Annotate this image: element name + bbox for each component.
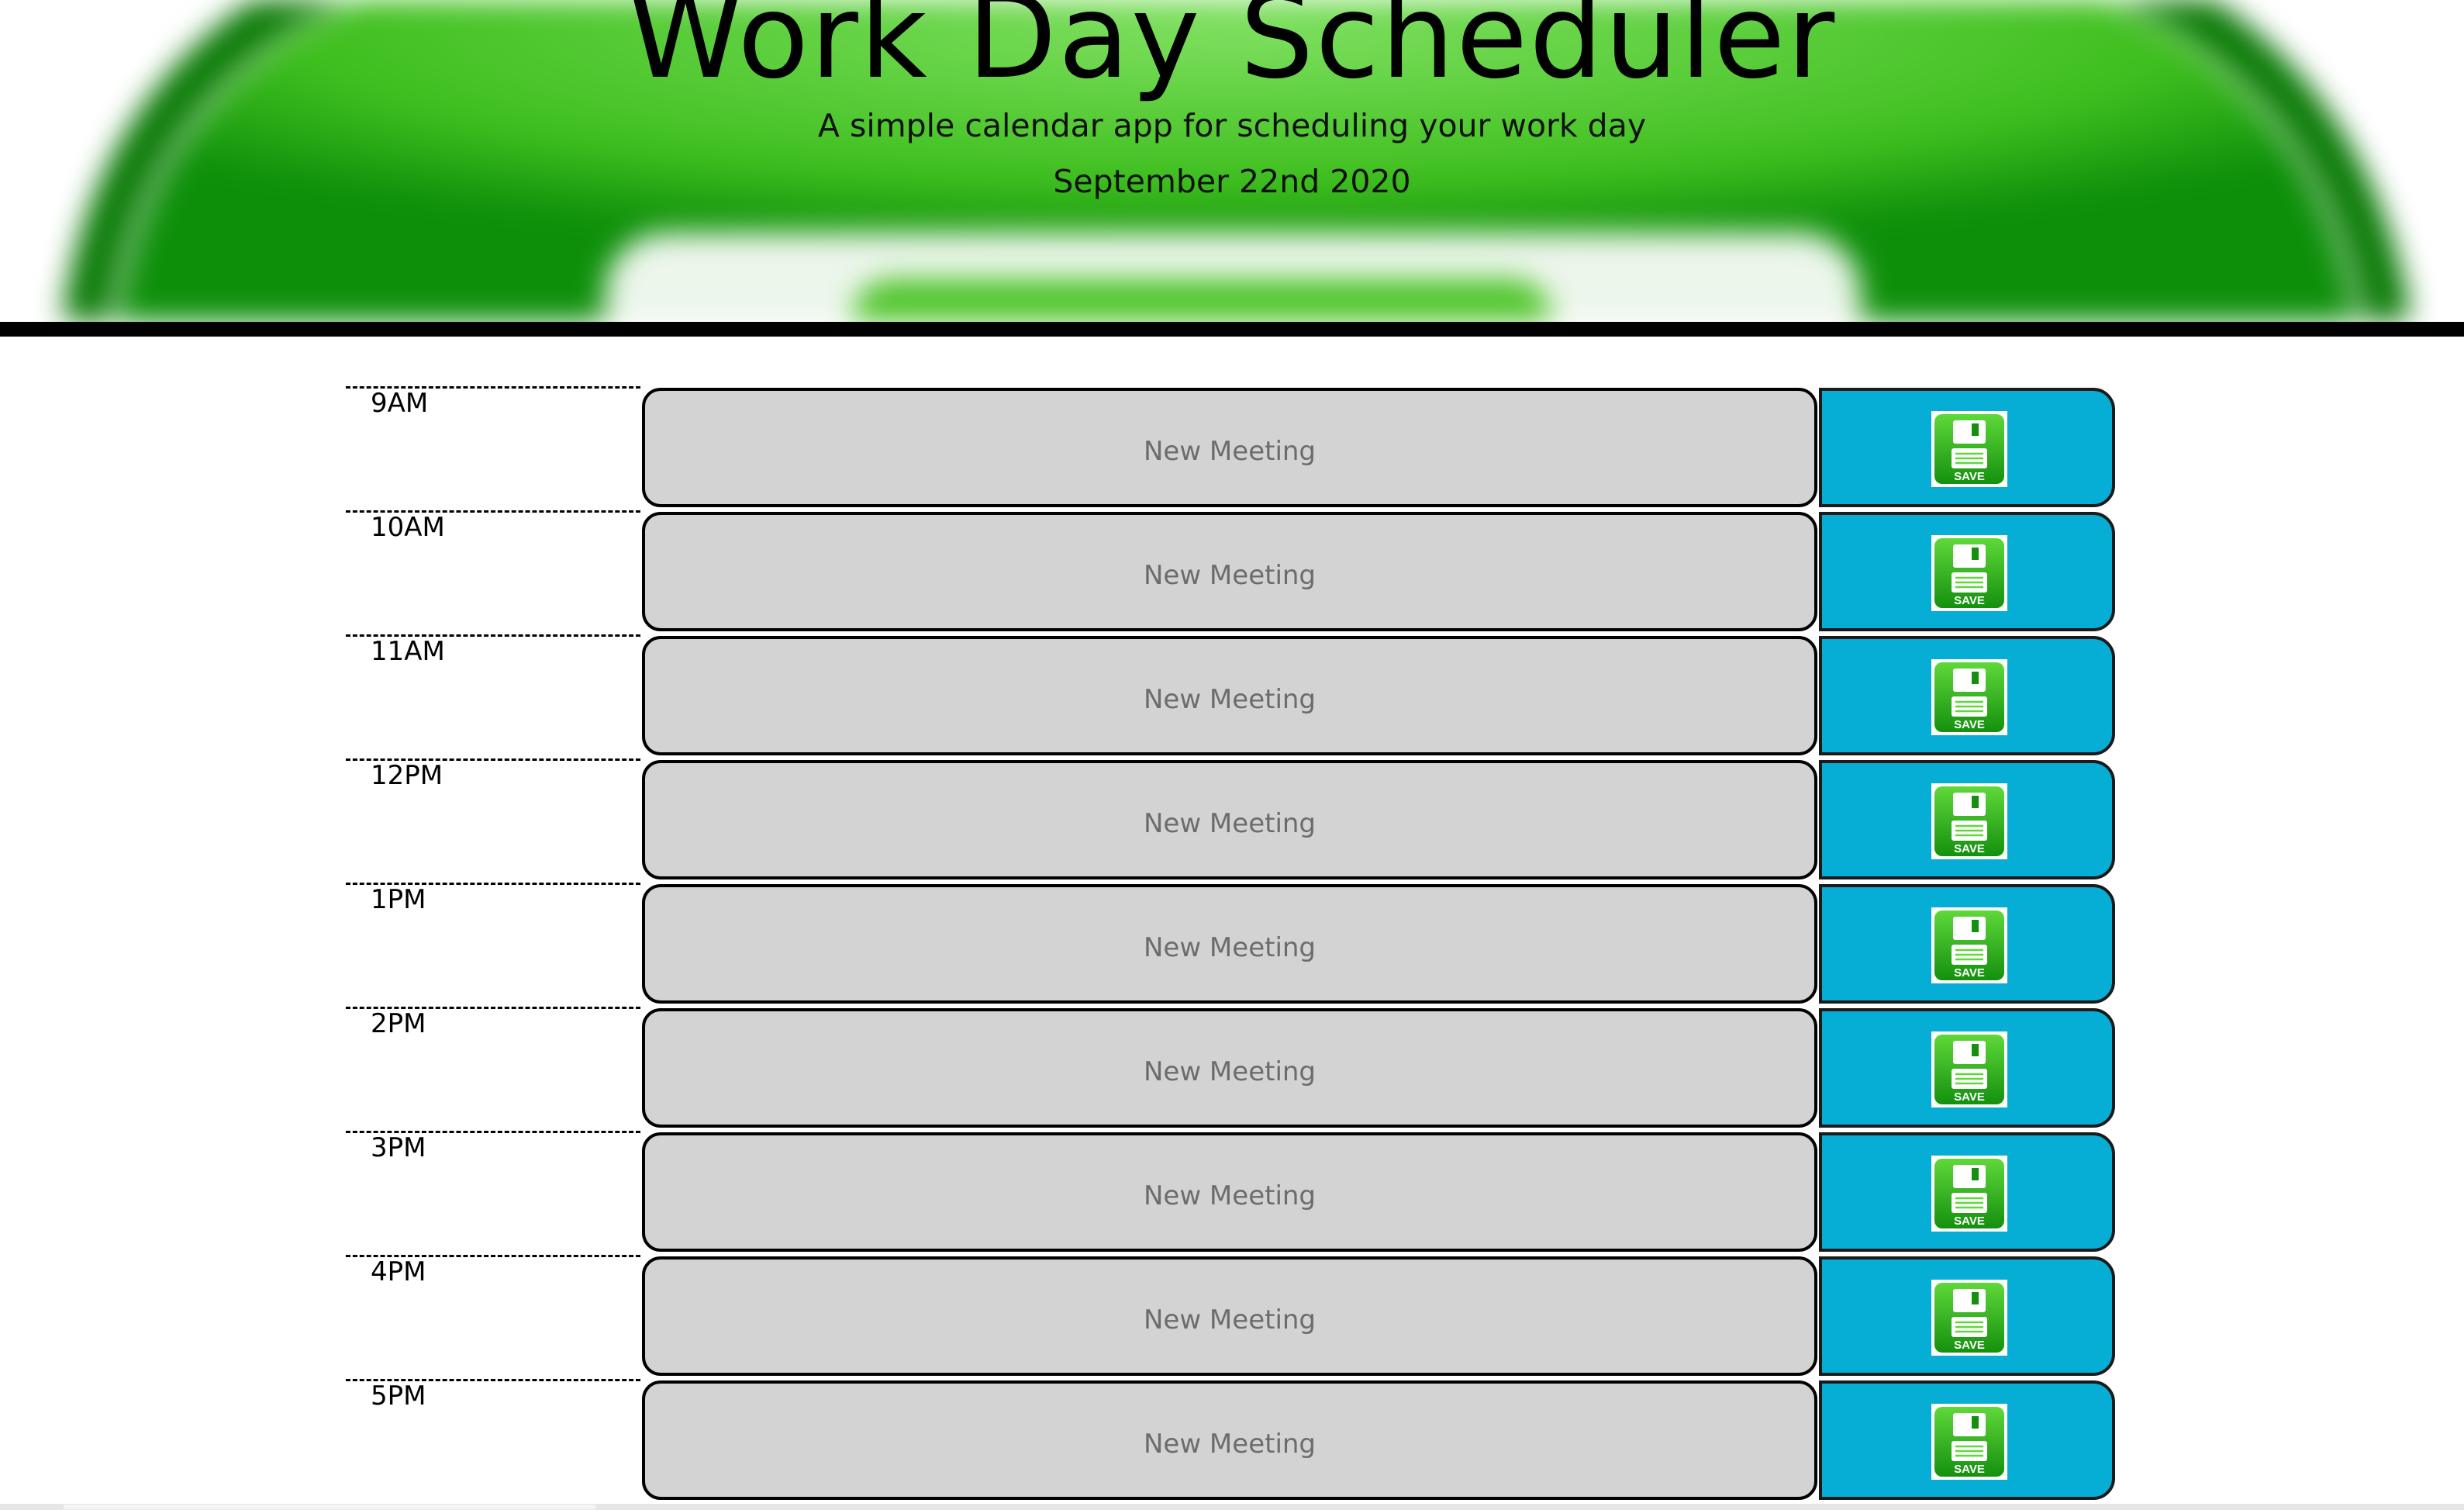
hour-label: 10AM [346,510,640,634]
save-button[interactable]: SAVE [1819,636,2115,755]
save-button[interactable]: SAVE [1819,760,2115,879]
save-icon-label: SAVE [1954,966,1985,980]
horizontal-scrollbar-thumb[interactable] [64,1505,595,1509]
hour-label: 2PM [346,1007,640,1131]
hour-label: 5PM [346,1379,640,1503]
time-block-row: 3PM SAVE [346,1131,2115,1255]
save-button[interactable]: SAVE [1819,1256,2115,1376]
hour-label: 9AM [346,386,640,510]
event-description-input[interactable] [642,388,1817,507]
event-description-input[interactable] [642,636,1817,755]
page-subtitle: A simple calendar app for scheduling you… [817,107,1647,144]
current-date: September 22nd 2020 [1053,163,1411,200]
time-block-row: 9AM SAVE [346,386,2115,510]
event-description-input[interactable] [642,884,1817,1004]
event-description-input[interactable] [642,1256,1817,1376]
save-icon-label: SAVE [1954,470,1985,483]
save-floppy-icon: SAVE [1931,411,2007,487]
time-block-row: 4PM SAVE [346,1255,2115,1379]
save-floppy-icon: SAVE [1931,1156,2007,1232]
time-block-row: 11AM SAVE [346,634,2115,758]
event-description-input[interactable] [642,1132,1817,1252]
save-button[interactable]: SAVE [1819,884,2115,1004]
save-button[interactable]: SAVE [1819,512,2115,631]
event-description-input[interactable] [642,1008,1817,1128]
hour-label: 1PM [346,883,640,1007]
save-icon-label: SAVE [1954,1463,1985,1476]
hour-label: 4PM [346,1255,640,1379]
hour-label: 11AM [346,634,640,758]
time-block-row: 5PM SAVE [346,1379,2115,1503]
save-button[interactable]: SAVE [1819,1132,2115,1252]
save-icon-label: SAVE [1954,594,1985,607]
save-button[interactable]: SAVE [1819,1380,2115,1500]
save-icon-label: SAVE [1954,718,1985,731]
save-floppy-icon: SAVE [1931,907,2007,983]
save-icon-label: SAVE [1954,1090,1985,1104]
save-floppy-icon: SAVE [1931,1404,2007,1480]
save-floppy-icon: SAVE [1931,659,2007,735]
event-description-input[interactable] [642,760,1817,879]
jumbotron-header: Work Day Scheduler A simple calendar app… [0,0,2464,322]
time-block-row: 10AM SAVE [346,510,2115,634]
save-floppy-icon: SAVE [1931,1280,2007,1356]
save-button[interactable]: SAVE [1819,388,2115,507]
save-floppy-icon: SAVE [1931,1031,2007,1107]
save-floppy-icon: SAVE [1931,783,2007,859]
schedule-container: 9AM SAVE 10AM [346,386,2115,1503]
save-icon-label: SAVE [1954,1215,1985,1228]
hour-label: 12PM [346,758,640,883]
hour-label: 3PM [346,1131,640,1255]
save-floppy-icon: SAVE [1931,535,2007,611]
time-block-row: 1PM SAVE [346,883,2115,1007]
save-icon-label: SAVE [1954,1339,1985,1352]
save-button[interactable]: SAVE [1819,1008,2115,1128]
event-description-input[interactable] [642,1380,1817,1500]
time-block-row: 12PM SAVE [346,758,2115,883]
save-icon-label: SAVE [1954,842,1985,855]
time-block-row: 2PM SAVE [346,1007,2115,1131]
header-divider [0,322,2464,337]
event-description-input[interactable] [642,512,1817,631]
